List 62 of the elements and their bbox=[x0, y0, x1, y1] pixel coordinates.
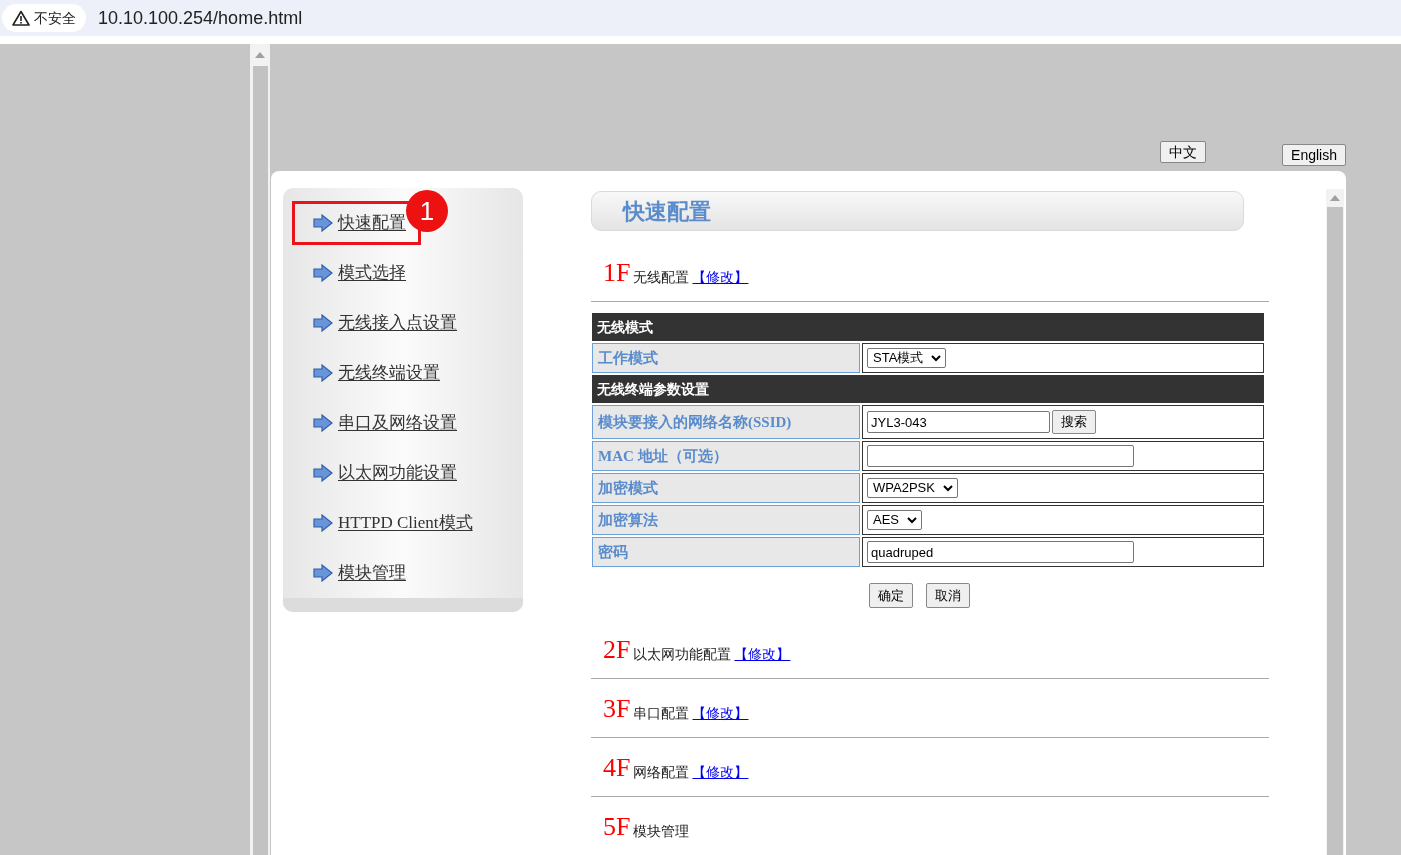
language-button[interactable]: English bbox=[1282, 144, 1346, 166]
edit-link[interactable]: 【修改】 bbox=[692, 267, 749, 287]
section-title: 模块管理 bbox=[633, 822, 690, 841]
language-button[interactable]: 中文 bbox=[1160, 141, 1207, 163]
arrow-icon bbox=[313, 413, 333, 432]
security-label: 不安全 bbox=[34, 8, 76, 28]
sidebar-link[interactable]: 无线接入点设置 bbox=[338, 310, 457, 336]
warning-icon bbox=[12, 10, 30, 26]
security-chip[interactable]: 不安全 bbox=[2, 4, 86, 32]
text-field[interactable]: quadruped bbox=[867, 541, 1134, 563]
sidebar-link[interactable]: HTTPD Client模式 bbox=[338, 510, 473, 536]
dropdown[interactable]: WPA2PSK bbox=[867, 478, 958, 498]
url-text[interactable]: 10.10.100.254/home.html bbox=[98, 4, 303, 32]
sidebar-link[interactable]: 快速配置 bbox=[338, 210, 406, 236]
edit-link[interactable]: 【修改】 bbox=[692, 762, 749, 782]
form-button[interactable]: 取消 bbox=[925, 583, 970, 608]
arrow-icon bbox=[313, 363, 333, 382]
section-number: 3F bbox=[603, 695, 631, 723]
text-field[interactable] bbox=[867, 445, 1134, 467]
section-number: 4F bbox=[603, 754, 631, 782]
search-button[interactable]: 搜索 bbox=[1052, 410, 1096, 434]
dropdown[interactable]: STA模式 bbox=[867, 348, 947, 368]
arrow-icon bbox=[313, 213, 333, 232]
group-header: 无线终端参数设置 bbox=[592, 375, 1264, 403]
scrollbar[interactable] bbox=[1326, 189, 1344, 855]
section-title: 以太网功能配置 bbox=[633, 645, 732, 664]
chevron-down-icon bbox=[907, 516, 917, 524]
scrollbar[interactable] bbox=[250, 44, 270, 855]
arrow-icon bbox=[313, 263, 333, 282]
section-title: 无线配置 bbox=[633, 268, 690, 287]
section-number: 2F bbox=[603, 636, 631, 664]
section-number: 1F bbox=[603, 259, 631, 287]
edit-link[interactable]: 【修改】 bbox=[692, 703, 749, 723]
sidebar-link[interactable]: 以太网功能设置 bbox=[338, 460, 457, 486]
field-label: 工作模式 bbox=[592, 343, 860, 373]
sidebar-link[interactable]: 模块管理 bbox=[338, 560, 406, 586]
field-label: 模块要接入的网络名称(SSID) bbox=[592, 405, 860, 439]
section-number: 5F bbox=[603, 813, 631, 841]
arrow-icon bbox=[313, 463, 333, 482]
chevron-down-icon bbox=[942, 484, 953, 492]
page-title: 快速配置 bbox=[623, 196, 711, 226]
dropdown[interactable]: AES bbox=[867, 510, 922, 530]
sidebar-link[interactable]: 无线终端设置 bbox=[338, 360, 440, 386]
group-header: 无线模式 bbox=[592, 313, 1264, 341]
scroll-up-icon[interactable] bbox=[255, 52, 265, 58]
arrow-icon bbox=[313, 313, 333, 332]
text-field[interactable]: JYL3-043 bbox=[867, 411, 1050, 433]
field-label: 密码 bbox=[592, 537, 860, 567]
field-label: 加密模式 bbox=[592, 473, 860, 503]
sidebar-link[interactable]: 串口及网络设置 bbox=[338, 410, 457, 436]
form-button[interactable]: 确定 bbox=[868, 583, 913, 608]
field-label: 加密算法 bbox=[592, 505, 860, 535]
arrow-icon bbox=[313, 513, 333, 532]
field-label: MAC 地址（可选） bbox=[592, 441, 860, 471]
section-title: 串口配置 bbox=[633, 704, 690, 723]
scroll-up-icon[interactable] bbox=[1330, 195, 1340, 201]
edit-link[interactable]: 【修改】 bbox=[734, 644, 791, 664]
chevron-down-icon bbox=[931, 354, 942, 362]
step-badge: 1 bbox=[406, 190, 448, 232]
section-title: 网络配置 bbox=[633, 763, 690, 782]
sidebar-link[interactable]: 模式选择 bbox=[338, 260, 406, 286]
arrow-icon bbox=[313, 563, 333, 582]
